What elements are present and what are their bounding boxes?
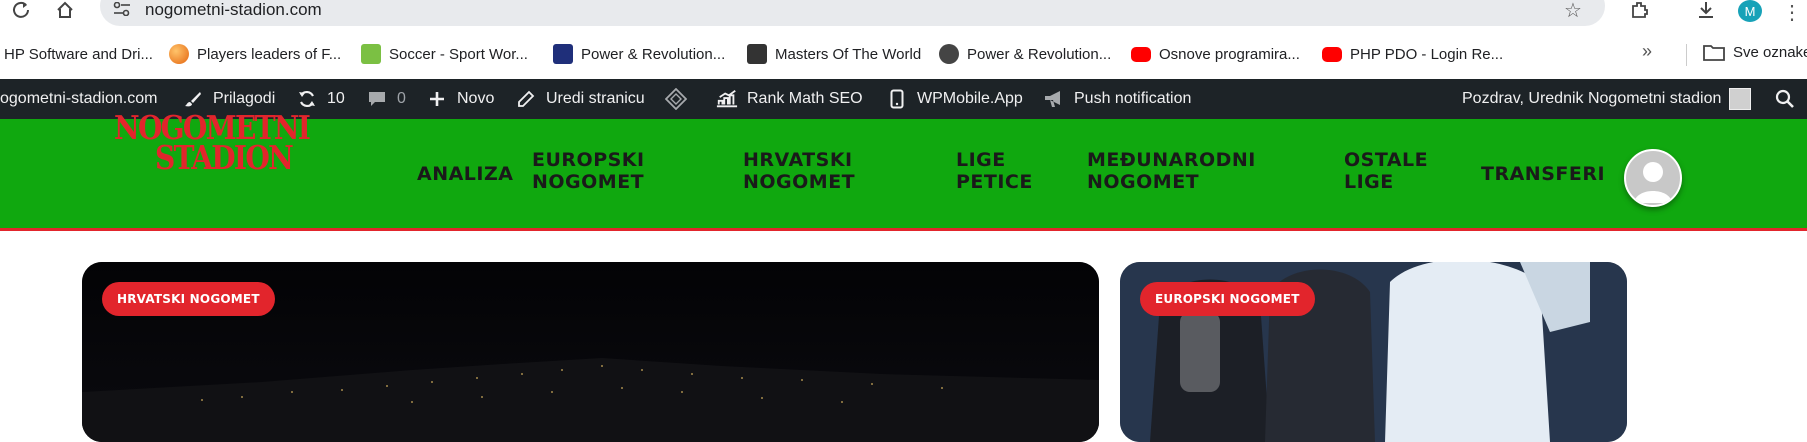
bookmark-label: Osnove programira... [1159, 45, 1300, 63]
nav-medunarodni-nogomet[interactable]: MEĐUNARODNI NOGOMET [1087, 149, 1256, 193]
site-info-icon[interactable] [112, 1, 132, 18]
adminbar-comments[interactable]: 0 [366, 79, 406, 119]
nav-europski-nogomet[interactable]: EUROPSKI NOGOMET [532, 149, 645, 193]
customize-label: Prilagodi [213, 90, 276, 107]
site-header: NOGOMETNI STADION ANALIZA EUROPSKI NOGOM… [0, 111, 1807, 231]
nav-label: NOGOMET [532, 171, 645, 193]
url-text[interactable]: nogometni-stadion.com [145, 0, 322, 20]
profile-avatar[interactable]: M [1738, 0, 1762, 22]
megaphone-icon [1043, 88, 1065, 110]
nav-label: EUROPSKI [532, 149, 645, 171]
home-icon[interactable] [52, 0, 78, 20]
phone-icon [886, 88, 908, 110]
adminbar-edit-page[interactable]: Uredi stranicu [515, 79, 645, 119]
nav-lige-petice[interactable]: LIGE PETICE [956, 149, 1033, 193]
bookmark-label: Power & Revolution... [967, 45, 1112, 63]
category-badge[interactable]: EUROPSKI NOGOMET [1140, 282, 1315, 316]
nav-label: LIGE [1344, 171, 1394, 193]
site-logo[interactable]: NOGOMETNI STADION [114, 111, 311, 177]
bookmark-label: HP Software and Dri... [4, 45, 153, 63]
comment-icon [366, 88, 388, 110]
folder-icon [1703, 45, 1725, 61]
bookmark-star-icon[interactable]: ☆ [1564, 0, 1582, 23]
download-icon[interactable] [1693, 0, 1719, 20]
reload-icon[interactable] [8, 0, 34, 20]
edit-page-label: Uredi stranicu [546, 90, 645, 107]
diamond-icon [665, 88, 687, 110]
bookmark-item[interactable]: Masters Of The World [747, 43, 921, 65]
nav-label: PETICE [956, 171, 1033, 193]
category-badge[interactable]: HRVATSKI NOGOMET [102, 282, 275, 316]
bookmark-item[interactable]: Players leaders of F... [169, 43, 341, 65]
browser-chrome: nogometni-stadion.com ☆ M ⋮ HP Software … [0, 0, 1807, 79]
featured-article-card[interactable]: HRVATSKI NOGOMET [82, 262, 1099, 442]
bookmark-item[interactable]: Power & Revolution... [553, 43, 725, 65]
orange-ball-icon [169, 44, 189, 64]
bookmark-item[interactable]: Soccer - Sport Wor... [361, 43, 528, 65]
bookmark-item[interactable]: PHP PDO - Login Re... [1322, 43, 1503, 65]
nav-label: NOGOMET [743, 171, 856, 193]
globe-icon [939, 44, 959, 64]
updates-icon [296, 88, 318, 110]
youtube-icon [1131, 46, 1151, 62]
adminbar-rank-math[interactable]: Rank Math SEO [716, 79, 863, 119]
greeting-label: Pozdrav, Urednik Nogometni stadion [1462, 90, 1722, 107]
nav-transferi[interactable]: TRANSFERI [1481, 163, 1605, 185]
side-article-card[interactable]: EUROPSKI NOGOMET [1120, 262, 1627, 442]
adminbar-push-notification[interactable]: Push notification [1043, 79, 1191, 119]
user-account-icon[interactable] [1624, 149, 1682, 207]
extensions-icon[interactable] [1627, 0, 1653, 20]
site-name-label: ogometni-stadion.com [0, 90, 158, 107]
bookmarks-overflow-icon[interactable]: » [1642, 41, 1652, 62]
nav-label: TRANSFERI [1481, 163, 1606, 185]
menu-icon[interactable]: ⋮ [1782, 0, 1802, 25]
updates-count: 10 [327, 90, 345, 107]
pr-favicon-icon [553, 44, 573, 64]
nav-analiza[interactable]: ANALIZA [417, 163, 513, 185]
youtube-icon [1322, 46, 1342, 62]
nav-label: HRVATSKI [743, 149, 853, 171]
plus-icon [426, 88, 448, 110]
soccer-favicon-icon [361, 44, 381, 64]
search-icon [1774, 88, 1796, 110]
nav-label: NOGOMET [1087, 171, 1200, 193]
bookmark-item[interactable]: Power & Revolution... [939, 43, 1111, 65]
nav-label: ANALIZA [417, 163, 514, 185]
bookmark-item[interactable]: HP Software and Dri... [4, 43, 153, 65]
address-bar[interactable]: nogometni-stadion.com ☆ [100, 0, 1605, 26]
adminbar-account[interactable]: Pozdrav, Urednik Nogometni stadion [1462, 79, 1752, 119]
rank-math-icon [716, 88, 738, 110]
user-avatar [1729, 88, 1752, 110]
bookmark-label: Power & Revolution... [581, 45, 726, 63]
nav-label: MEĐUNARODNI [1087, 149, 1256, 171]
nav-ostale-lige[interactable]: OSTALE LIGE [1344, 149, 1428, 193]
wpmobile-label: WPMobile.App [917, 90, 1023, 107]
adminbar-new[interactable]: Novo [426, 79, 494, 119]
motw-favicon-icon [747, 44, 767, 64]
bookmarks-divider [1686, 44, 1687, 66]
new-label: Novo [457, 90, 495, 107]
comments-count: 0 [397, 90, 406, 107]
adminbar-diamond-plugin[interactable] [665, 79, 687, 119]
bookmarks-bar: HP Software and Dri... Players leaders o… [0, 38, 1807, 66]
nav-label: LIGE [956, 149, 1006, 171]
bookmark-label: Players leaders of F... [197, 45, 342, 63]
rank-math-label: Rank Math SEO [747, 90, 863, 107]
pencil-icon [515, 88, 537, 110]
logo-line-2: STADION [155, 138, 294, 177]
bookmark-item[interactable]: Osnove programira... [1131, 43, 1300, 65]
nav-hrvatski-nogomet[interactable]: HRVATSKI NOGOMET [743, 149, 855, 193]
adminbar-search[interactable] [1774, 79, 1796, 119]
adminbar-wpmobile[interactable]: WPMobile.App [886, 79, 1023, 119]
bookmark-label: Masters Of The World [775, 45, 922, 63]
nav-label: OSTALE [1344, 149, 1429, 171]
all-bookmarks-folder[interactable]: Sve oznake [1703, 43, 1807, 61]
folder-label: Sve oznake [1733, 43, 1807, 61]
push-notification-label: Push notification [1074, 90, 1192, 107]
brush-icon [182, 88, 204, 110]
bookmark-label: Soccer - Sport Wor... [389, 45, 528, 63]
bookmark-label: PHP PDO - Login Re... [1350, 45, 1504, 63]
